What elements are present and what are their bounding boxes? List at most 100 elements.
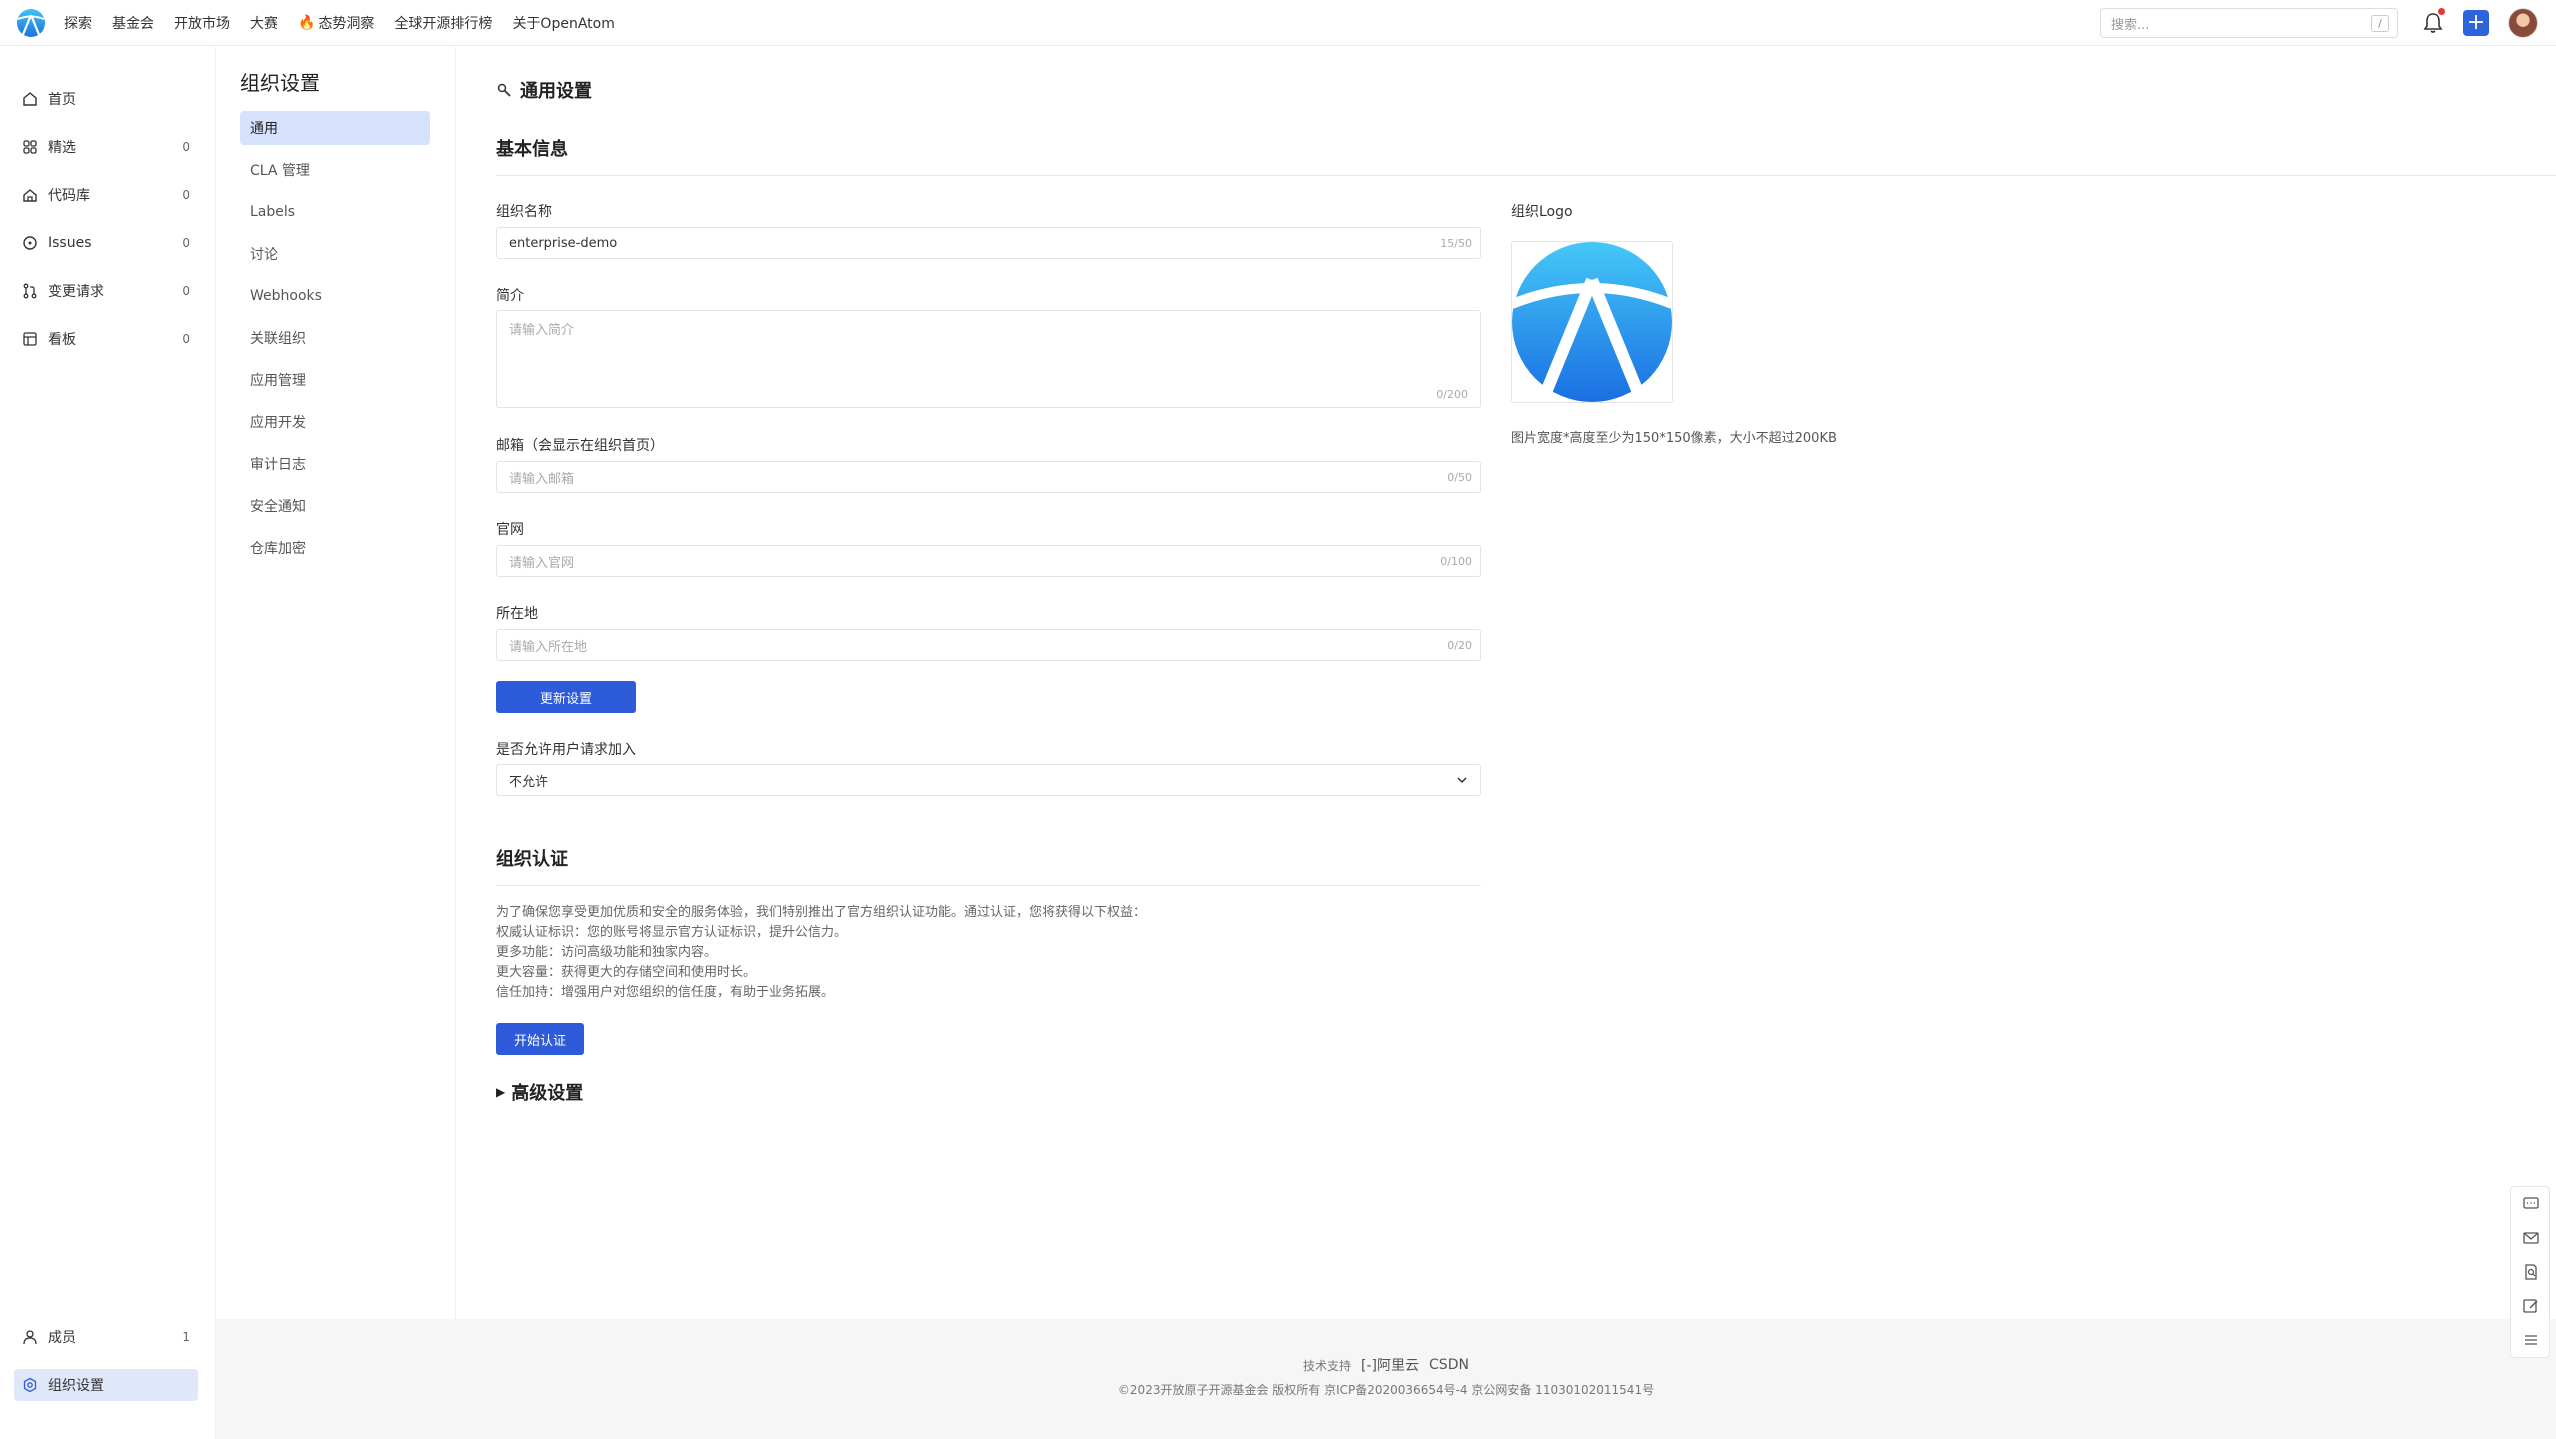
join-label: 是否允许用户请求加入	[496, 742, 636, 758]
nav-market[interactable]: 开放市场	[174, 13, 230, 33]
settings-nav: 组织设置 通用 CLA 管理 Labels 讨论 Webhooks 关联组织 应…	[216, 47, 456, 1319]
left-sidebar: 首页 精选 0 代码库 0 Issues 0 变更请求 0 看板 0 成员 1 …	[0, 47, 216, 1439]
sidebar-item-issues[interactable]: Issues 0	[14, 227, 198, 259]
settings-nav-cla[interactable]: CLA 管理	[240, 153, 430, 187]
org-name-label: 组织名称	[496, 204, 552, 220]
footer-copyright: ©2023开放原子开源基金会 版权所有 京ICP备2020036654号-4 京…	[1117, 1383, 1655, 1397]
settings-nav-app-management[interactable]: 应用管理	[240, 363, 430, 397]
footer: 技术支持 [-]阿里云 CSDN ©2023开放原子开源基金会 版权所有 京IC…	[216, 1319, 2556, 1439]
count-badge: 1	[182, 1330, 190, 1344]
basic-info-title: 基本信息	[496, 139, 568, 160]
cert-title: 组织认证	[496, 849, 568, 870]
update-settings-button[interactable]: 更新设置	[496, 681, 636, 713]
logo-hint-text: 图片宽度*高度至少为150*150像素，大小不超过200KB	[1511, 431, 1837, 446]
email-label: 邮箱（会显示在组织首页）	[496, 438, 664, 454]
settings-nav-webhooks[interactable]: Webhooks	[240, 279, 430, 313]
repo-icon	[23, 189, 37, 202]
floating-toolbar	[2510, 1186, 2550, 1358]
settings-nav-linked-orgs[interactable]: 关联组织	[240, 321, 430, 355]
count-badge: 0	[182, 332, 190, 346]
chat-icon	[2523, 1197, 2539, 1209]
sidebar-item-featured[interactable]: 精选 0	[14, 131, 198, 163]
settings-nav-security[interactable]: 安全通知	[240, 489, 430, 523]
website-input[interactable]: 请输入官网 0/100	[496, 545, 1481, 577]
edit-button[interactable]	[2511, 1289, 2551, 1323]
doc-search-button[interactable]	[2511, 1255, 2551, 1289]
footer-tech-support: 技术支持 [-]阿里云 CSDN	[1303, 1355, 1469, 1375]
count-badge: 0	[182, 140, 190, 154]
sidebar-item-home[interactable]: 首页	[14, 83, 198, 115]
sidebar-item-repos[interactable]: 代码库 0	[14, 179, 198, 211]
org-logo-image	[1512, 242, 1672, 402]
page-title: 通用设置	[496, 77, 592, 103]
email-input[interactable]: 请输入邮箱 0/50	[496, 461, 1481, 493]
chevron-down-icon	[1457, 777, 1467, 784]
nav-insight[interactable]: 🔥 态势洞察	[298, 13, 374, 33]
settings-nav-audit-log[interactable]: 审计日志	[240, 447, 430, 481]
advanced-settings-toggle[interactable]: ▶ 高级设置	[496, 1079, 583, 1105]
nav-explore[interactable]: 探索	[64, 13, 92, 33]
menu-icon	[2525, 1335, 2537, 1345]
website-label: 官网	[496, 522, 524, 538]
edit-icon	[2523, 1299, 2538, 1313]
grid-icon	[23, 140, 37, 154]
intro-label: 简介	[496, 288, 524, 304]
nav-ranking[interactable]: 全球开源排行榜	[394, 13, 492, 33]
sidebar-item-board[interactable]: 看板 0	[14, 323, 198, 355]
settings-icon	[23, 1377, 37, 1393]
top-navbar: 探索 基金会 开放市场 大赛 🔥 态势洞察 全球开源排行榜 关于OpenAtom …	[0, 0, 2556, 46]
doc-search-icon	[2525, 1264, 2537, 1280]
create-plus-button[interactable]: +	[2463, 10, 2489, 36]
char-counter: 0/100	[1440, 554, 1472, 568]
mail-button[interactable]	[2511, 1221, 2551, 1255]
nav-contest[interactable]: 大赛	[250, 13, 278, 33]
search-shortcut-badge: /	[2371, 15, 2389, 32]
chat-button[interactable]	[2511, 1187, 2551, 1221]
settings-nav-discussion[interactable]: 讨论	[240, 237, 430, 271]
bell-icon[interactable]	[2423, 12, 2443, 34]
board-icon	[23, 332, 37, 346]
sidebar-item-pull-requests[interactable]: 变更请求 0	[14, 275, 198, 307]
org-logo-upload[interactable]	[1511, 241, 1673, 403]
org-logo-label: 组织Logo	[1511, 204, 1573, 220]
location-input[interactable]: 请输入所在地 0/20	[496, 629, 1481, 661]
nav-about[interactable]: 关于OpenAtom	[512, 13, 614, 33]
settings-nav-labels[interactable]: Labels	[240, 195, 430, 229]
user-avatar[interactable]	[2508, 8, 2538, 38]
char-counter: 0/200	[1436, 388, 1468, 401]
nav-foundation[interactable]: 基金会	[112, 13, 154, 33]
csdn-logo[interactable]: CSDN	[1429, 1357, 1469, 1373]
divider	[496, 885, 1481, 886]
org-name-input[interactable]: enterprise-demo 15/50	[496, 227, 1481, 259]
search-input[interactable]: 搜索... /	[2100, 8, 2398, 38]
settings-nav-app-dev[interactable]: 应用开发	[240, 405, 430, 439]
settings-nav-repo-encryption[interactable]: 仓库加密	[240, 531, 430, 565]
char-counter: 15/50	[1440, 236, 1472, 250]
cert-description: 为了确保您享受更加优质和安全的服务体验，我们特别推出了官方组织认证功能。通过认证…	[496, 905, 1147, 1000]
join-select[interactable]: 不允许	[496, 764, 1481, 796]
settings-title: 组织设置	[240, 71, 320, 95]
triangle-right-icon: ▶	[496, 1085, 506, 1099]
count-badge: 0	[182, 284, 190, 298]
pull-request-icon	[23, 283, 37, 299]
intro-textarea[interactable]: 请输入简介 0/200	[496, 310, 1481, 408]
issue-icon	[23, 236, 37, 250]
count-badge: 0	[182, 236, 190, 250]
aliyun-logo[interactable]: [-]阿里云	[1361, 1355, 1419, 1375]
notification-dot	[2438, 8, 2445, 15]
menu-button[interactable]	[2511, 1323, 2551, 1357]
divider	[496, 175, 2556, 176]
char-counter: 0/20	[1447, 638, 1472, 652]
fire-icon: 🔥	[298, 15, 316, 31]
mail-icon	[2523, 1232, 2539, 1244]
home-icon	[23, 92, 37, 106]
openatom-logo[interactable]	[16, 8, 46, 38]
main-content: 通用设置 基本信息 组织名称 enterprise-demo 15/50 简介 …	[456, 47, 2556, 1319]
location-label: 所在地	[496, 606, 538, 622]
user-icon	[23, 1330, 37, 1345]
wrench-icon	[497, 83, 511, 97]
start-cert-button[interactable]: 开始认证	[496, 1023, 584, 1055]
sidebar-item-org-settings[interactable]: 组织设置	[14, 1369, 198, 1401]
sidebar-item-members[interactable]: 成员 1	[14, 1321, 198, 1353]
settings-nav-general[interactable]: 通用	[240, 111, 430, 145]
